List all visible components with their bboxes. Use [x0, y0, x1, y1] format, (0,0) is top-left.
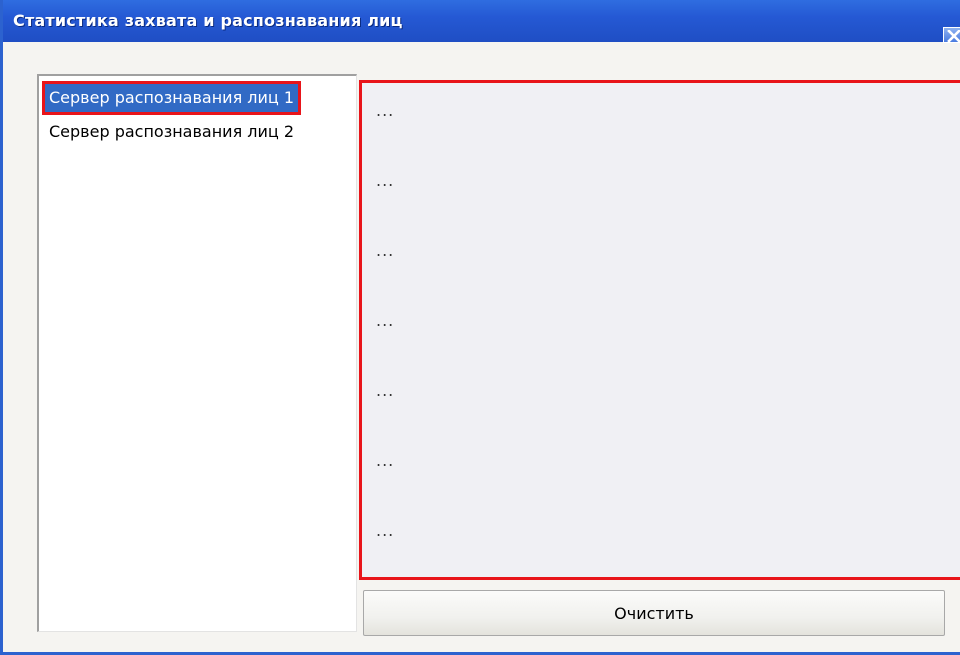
close-button[interactable] [943, 27, 960, 43]
close-icon [947, 30, 960, 42]
server-list[interactable]: Сервер распознавания лиц 1 Сервер распоз… [37, 74, 357, 632]
statistics-line-3: ... [376, 241, 395, 260]
statistics-line-6: ... [376, 451, 395, 470]
statistics-line-1: ... [376, 101, 395, 120]
statistics-line-5: ... [376, 381, 395, 400]
statistics-line-4: ... [376, 311, 395, 330]
server-list-item-2[interactable]: Сервер распознавания лиц 2 [45, 118, 298, 146]
statistics-line-7: ... [376, 521, 395, 540]
server-list-item-1[interactable]: Сервер распознавания лиц 1 [41, 81, 302, 115]
statistics-line-2: ... [376, 171, 395, 190]
clear-button[interactable]: Очистить [363, 590, 945, 636]
statistics-panel: ... ... ... ... ... ... ... [359, 80, 960, 580]
title-bar[interactable]: Статистика захвата и распознавания лиц [3, 0, 960, 43]
window-title: Статистика захвата и распознавания лиц [13, 11, 403, 30]
statistics-window: Статистика захвата и распознавания лиц С… [0, 0, 960, 655]
